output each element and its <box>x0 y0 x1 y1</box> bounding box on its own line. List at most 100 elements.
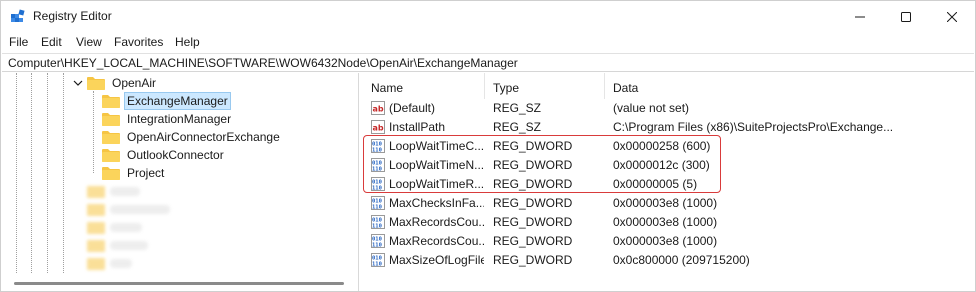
binary-value-icon: 010 110 <box>371 215 385 229</box>
folder-icon <box>87 258 105 270</box>
maximize-button[interactable] <box>883 1 929 32</box>
binary-value-icon: 010 110 <box>371 139 385 153</box>
value-type: REG_DWORD <box>493 196 573 210</box>
folder-icon <box>87 222 105 234</box>
value-list-pane[interactable]: Name Type Data ab (Default) REG_SZ (valu… <box>363 73 974 291</box>
menu-favorites[interactable]: Favorites <box>114 35 163 49</box>
menu-help[interactable]: Help <box>175 35 200 49</box>
value-row[interactable]: ab (Default) REG_SZ (value not set) <box>363 99 974 118</box>
string-value-icon: ab <box>371 101 385 115</box>
value-row[interactable]: 010 110 MaxSizeOfLogFile REG_DWORD 0x0c8… <box>363 251 974 270</box>
value-name: MaxRecordsCou... <box>389 215 484 229</box>
blurred-label <box>110 222 142 232</box>
value-type: REG_DWORD <box>493 158 573 172</box>
folder-icon <box>87 186 105 198</box>
value-type: REG_DWORD <box>493 253 573 267</box>
tree-item-blurred[interactable] <box>87 218 142 236</box>
value-row[interactable]: 010 110 LoopWaitTimeR... REG_DWORD 0x000… <box>363 175 974 194</box>
tree-item-openairconnectorexchange[interactable]: OpenAirConnectorExchange <box>102 128 282 146</box>
folder-icon <box>102 167 120 180</box>
value-name: LoopWaitTimeN... <box>389 158 484 172</box>
minimize-button[interactable] <box>837 1 883 32</box>
value-type: REG_SZ <box>493 120 542 134</box>
value-type: REG_SZ <box>493 101 542 115</box>
tree-guide-line <box>31 73 32 273</box>
blurred-label <box>110 186 140 196</box>
value-data: 0x000003e8 (1000) <box>613 215 718 229</box>
value-data: C:\Program Files (x86)\SuiteProjectsPro\… <box>613 120 894 134</box>
value-name: (Default) <box>389 101 436 115</box>
value-name: MaxSizeOfLogFile <box>389 253 484 267</box>
tree-item-integrationmanager[interactable]: IntegrationManager <box>102 110 233 128</box>
value-type: REG_DWORD <box>493 177 573 191</box>
value-data: 0x00000258 (600) <box>613 139 711 153</box>
tree-item-exchangemanager[interactable]: ExchangeManager <box>102 92 231 110</box>
column-header-type[interactable]: Type <box>485 73 605 99</box>
menu-edit[interactable]: Edit <box>41 35 62 49</box>
folder-icon <box>87 77 105 90</box>
tree-item-project[interactable]: Project <box>102 164 166 182</box>
value-row[interactable]: 010 110 MaxRecordsCou... REG_DWORD 0x000… <box>363 213 974 232</box>
value-type: REG_DWORD <box>493 234 573 248</box>
folder-icon <box>102 113 120 126</box>
binary-value-icon: 010 110 <box>371 158 385 172</box>
value-data: (value not set) <box>613 101 690 115</box>
value-row[interactable]: 010 110 MaxRecordsCou... REG_DWORD 0x000… <box>363 232 974 251</box>
value-row[interactable]: ab InstallPath REG_SZ C:\Program Files (… <box>363 118 974 137</box>
binary-value-icon: 010 110 <box>371 177 385 191</box>
tree-item-blurred[interactable] <box>87 236 148 254</box>
svg-text:110: 110 <box>372 205 382 211</box>
blurred-label <box>110 258 132 268</box>
menu-bar: File Edit View Favorites Help <box>1 32 975 52</box>
value-row[interactable]: 010 110 MaxChecksInFa... REG_DWORD 0x000… <box>363 194 974 213</box>
registry-editor-window: Registry Editor File Edit View Favorites… <box>0 0 976 292</box>
chevron-down-icon[interactable] <box>73 78 83 88</box>
svg-text:110: 110 <box>372 186 382 192</box>
folder-icon <box>87 204 105 216</box>
close-button[interactable] <box>929 1 975 32</box>
title-bar[interactable]: Registry Editor <box>1 1 975 32</box>
tree-item-blurred[interactable] <box>87 254 132 272</box>
binary-value-icon: 010 110 <box>371 253 385 267</box>
tree-guide-line <box>16 73 17 273</box>
tree-item-openair[interactable]: OpenAir <box>87 74 158 92</box>
menu-view[interactable]: View <box>76 35 102 49</box>
folder-icon <box>87 240 105 252</box>
blurred-label <box>110 204 170 214</box>
key-tree-pane[interactable]: OpenAir ExchangeManager IntegrationManag… <box>2 73 359 291</box>
svg-text:110: 110 <box>372 243 382 249</box>
tree-item-label: ExchangeManager <box>124 92 231 110</box>
tree-item-blurred[interactable] <box>87 182 140 200</box>
tree-item-label: IntegrationManager <box>127 112 232 126</box>
folder-icon <box>102 149 120 162</box>
value-row[interactable]: 010 110 LoopWaitTimeN... REG_DWORD 0x000… <box>363 156 974 175</box>
tree-item-outlookconnector[interactable]: OutlookConnector <box>102 146 226 164</box>
tree-item-blurred[interactable] <box>87 200 170 218</box>
binary-value-icon: 010 110 <box>371 234 385 248</box>
value-data: 0x000003e8 (1000) <box>613 196 718 210</box>
tree-guide-line <box>93 91 94 173</box>
column-header-data[interactable]: Data <box>605 73 974 99</box>
window-title: Registry Editor <box>33 9 112 23</box>
string-value-icon: ab <box>371 120 385 134</box>
tree-item-label: Project <box>127 166 165 180</box>
value-name: LoopWaitTimeR... <box>389 177 484 191</box>
value-name: InstallPath <box>389 120 446 134</box>
menu-file[interactable]: File <box>9 35 28 49</box>
value-type: REG_DWORD <box>493 139 573 153</box>
tree-guide-line <box>63 73 64 273</box>
maximize-icon <box>901 11 911 22</box>
column-header-name[interactable]: Name <box>363 73 485 99</box>
blurred-label <box>110 240 148 250</box>
tree-horizontal-scrollbar[interactable] <box>14 282 344 285</box>
svg-text:110: 110 <box>372 224 382 230</box>
address-bar[interactable]: Computer\HKEY_LOCAL_MACHINE\SOFTWARE\WOW… <box>2 53 974 72</box>
svg-text:ab: ab <box>373 124 384 133</box>
svg-text:110: 110 <box>372 167 382 173</box>
value-type: REG_DWORD <box>493 215 573 229</box>
value-row[interactable]: 010 110 LoopWaitTimeC... REG_DWORD 0x000… <box>363 137 974 156</box>
tree-item-label: OpenAir <box>112 76 157 90</box>
svg-text:ab: ab <box>373 105 384 114</box>
value-data: 0x000003e8 (1000) <box>613 234 718 248</box>
folder-icon <box>102 131 120 144</box>
